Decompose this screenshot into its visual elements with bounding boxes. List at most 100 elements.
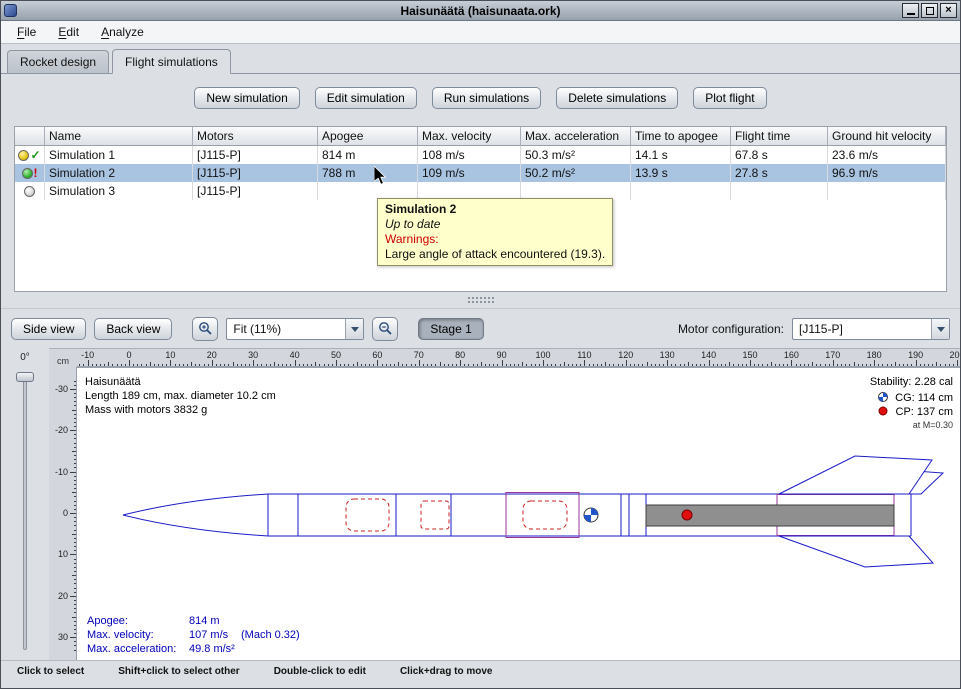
tab-flight-simulations[interactable]: Flight simulations	[112, 49, 231, 74]
ruler-tick	[841, 364, 842, 366]
side-view-button[interactable]: Side view	[11, 318, 86, 340]
stability-value: Stability: 2.28 cal	[870, 376, 953, 388]
tab-rocket-design[interactable]: Rocket design	[7, 50, 109, 73]
close-button[interactable]: ×	[940, 3, 957, 18]
tab-bar: Rocket designFlight simulations	[1, 44, 960, 74]
ruler-tick	[949, 364, 950, 366]
slider-track[interactable]	[23, 375, 27, 650]
slider-handle[interactable]	[16, 372, 34, 382]
ruler-tick	[858, 364, 859, 366]
ruler-tick	[104, 364, 105, 366]
run-simulations-button[interactable]: Run simulations	[432, 87, 541, 109]
ruler-tick	[249, 364, 250, 366]
tooltip-warnings-label: Warnings:	[385, 232, 605, 247]
menu-bar: FileEditAnalyze	[1, 21, 960, 44]
table-row-simulation-2[interactable]: !Simulation 2[J115-P]788 m109 m/s50.2 m/…	[15, 164, 946, 182]
ruler-tick	[187, 364, 188, 366]
mach-condition: at M=0.30	[913, 420, 953, 430]
column-header-apogee[interactable]: Apogee	[318, 127, 418, 146]
rocket-view-panel: 0° cm -100102030405060708090100110120130…	[1, 348, 960, 660]
menu-analyze[interactable]: Analyze	[91, 22, 154, 42]
zoom-out-button[interactable]	[372, 317, 398, 341]
ruler-tick	[576, 364, 577, 366]
ruler-tick	[684, 364, 685, 366]
horizontal-ruler: -100102030405060708090100110120130140150…	[77, 348, 960, 367]
ruler-tick	[907, 364, 908, 366]
zoom-select[interactable]: Fit (11%)	[226, 318, 364, 340]
ruler-tick	[74, 521, 76, 522]
ruler-tick	[170, 360, 171, 366]
rotation-slider[interactable]	[1, 367, 49, 660]
tooltip-title: Simulation 2	[385, 202, 605, 217]
split-handle[interactable]	[1, 292, 960, 308]
ruler-tick	[74, 608, 76, 609]
warning-icon: !	[34, 167, 38, 179]
column-header-flight-time[interactable]: Flight time	[731, 127, 828, 146]
table-row-simulation-1[interactable]: ✓Simulation 1[J115-P]814 m108 m/s50.3 m/…	[15, 146, 946, 164]
ruler-tick	[568, 364, 569, 366]
simulation-status: !	[15, 164, 45, 182]
column-header-max-acceleration[interactable]: Max. acceleration	[521, 127, 631, 146]
rocket-canvas[interactable]: Haisunäätä Length 189 cm, max. diameter …	[77, 367, 960, 660]
ruler-tick	[74, 488, 76, 489]
column-header-max-velocity[interactable]: Max. velocity	[418, 127, 521, 146]
ruler-tick	[216, 364, 217, 366]
edit-simulation-button[interactable]: Edit simulation	[315, 87, 417, 109]
close-icon: ×	[945, 5, 951, 16]
max-acceleration-label: Max. acceleration:	[87, 643, 176, 655]
ruler-tick	[506, 364, 507, 366]
ruler-label: 10	[58, 549, 68, 559]
title-bar[interactable]: Haisunäätä (haisunaata.ork) ×	[1, 1, 960, 21]
minimize-button[interactable]	[902, 3, 919, 18]
ruler-tick	[518, 364, 519, 366]
ruler-tick	[605, 362, 606, 366]
stage-1-toggle[interactable]: Stage 1	[418, 318, 483, 340]
ruler-tick	[74, 501, 76, 502]
ruler-tick	[435, 364, 436, 366]
motor-configuration-select[interactable]: [J115-P]	[792, 318, 950, 340]
ruler-tick	[141, 364, 142, 366]
cell	[828, 182, 946, 200]
ruler-tick	[783, 364, 784, 366]
ruler-tick	[539, 364, 540, 366]
column-header-status[interactable]	[15, 127, 45, 146]
ruler-tick	[74, 588, 76, 589]
ruler-tick	[932, 364, 933, 366]
ruler-tick	[74, 600, 76, 601]
maximize-button[interactable]	[921, 3, 938, 18]
ruler-tick	[199, 364, 200, 366]
new-simulation-button[interactable]: New simulation	[194, 87, 299, 109]
ruler-tick	[837, 364, 838, 366]
ruler-tick	[762, 364, 763, 366]
column-header-motors[interactable]: Motors	[193, 127, 318, 146]
ruler-label: 180	[867, 350, 882, 360]
tooltip-status: Up to date	[385, 217, 605, 232]
plot-flight-button[interactable]: Plot flight	[693, 87, 766, 109]
ruler-tick	[713, 364, 714, 366]
ruler-tick	[74, 612, 76, 613]
menu-file[interactable]: File	[7, 22, 46, 42]
ruler-tick	[74, 505, 76, 506]
ruler-tick	[589, 364, 590, 366]
ruler-tick	[560, 364, 561, 366]
app-window: Haisunäätä (haisunaata.ork) × FileEditAn…	[0, 0, 961, 689]
column-header-time-to-apogee[interactable]: Time to apogee	[631, 127, 731, 146]
ruler-label: 20	[58, 591, 68, 601]
ruler-tick	[721, 364, 722, 366]
column-header-ground-hit-velocity[interactable]: Ground hit velocity	[828, 127, 946, 146]
ruler-tick	[497, 364, 498, 366]
ruler-tick	[468, 364, 469, 366]
ruler-tick	[473, 364, 474, 366]
zoom-in-button[interactable]	[192, 317, 218, 341]
delete-simulations-button[interactable]: Delete simulations	[556, 87, 678, 109]
ruler-tick	[655, 364, 656, 366]
ruler-tick	[74, 443, 76, 444]
back-view-button[interactable]: Back view	[94, 318, 172, 340]
ruler-tick	[70, 637, 76, 638]
ruler-tick	[74, 385, 76, 386]
window-title: Haisunäätä (haisunaata.ork)	[1, 4, 960, 18]
ruler-tick	[74, 650, 76, 651]
menu-edit[interactable]: Edit	[48, 22, 89, 42]
app-icon[interactable]	[4, 4, 17, 17]
column-header-name[interactable]: Name	[45, 127, 193, 146]
